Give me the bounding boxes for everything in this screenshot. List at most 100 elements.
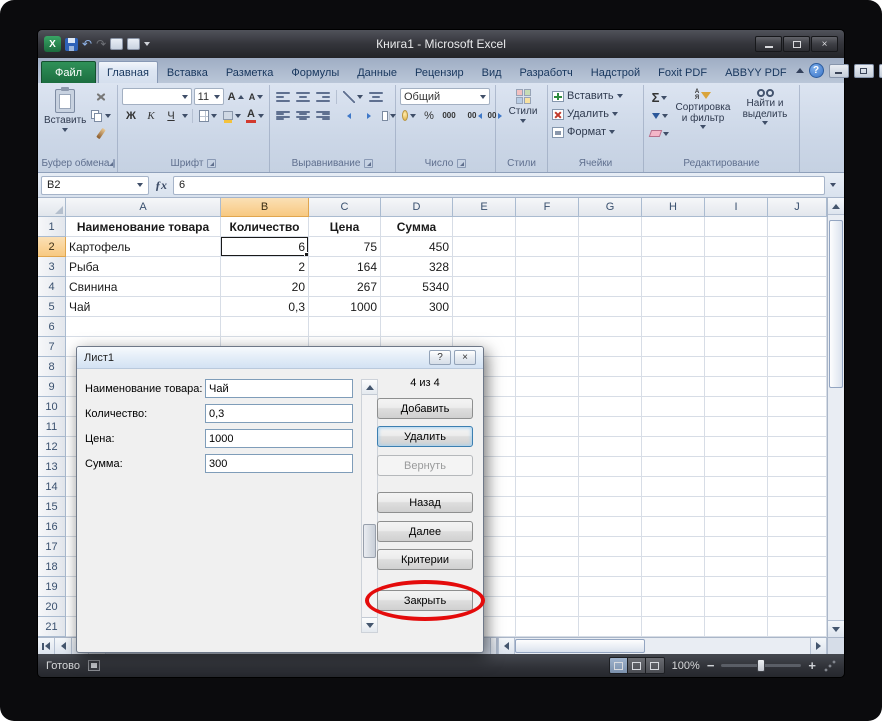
- cell-H18[interactable]: [642, 557, 705, 577]
- cell-I9[interactable]: [705, 377, 768, 397]
- align-top-button[interactable]: [274, 88, 292, 105]
- horizontal-scroll-thumb[interactable]: [515, 639, 645, 653]
- cell-F1[interactable]: [516, 217, 579, 237]
- clipboard-dialog-launcher[interactable]: [113, 159, 115, 168]
- formula-input[interactable]: 6: [173, 176, 825, 195]
- cell-D5[interactable]: 300: [381, 297, 453, 317]
- format-painter-button[interactable]: [89, 125, 113, 142]
- sheet-icon[interactable]: [110, 38, 123, 50]
- cell-H1[interactable]: [642, 217, 705, 237]
- cell-F3[interactable]: [516, 257, 579, 277]
- cell-I1[interactable]: [705, 217, 768, 237]
- row-header-2[interactable]: 2: [38, 237, 66, 257]
- cell-J11[interactable]: [768, 417, 827, 437]
- underline-dropdown-icon[interactable]: [182, 114, 188, 118]
- cell-F4[interactable]: [516, 277, 579, 297]
- scroll-right-button[interactable]: [810, 638, 827, 654]
- cell-G19[interactable]: [579, 577, 642, 597]
- row-header-9[interactable]: 9: [38, 377, 66, 397]
- row-header-18[interactable]: 18: [38, 557, 66, 577]
- cell-J14[interactable]: [768, 477, 827, 497]
- row-header-7[interactable]: 7: [38, 337, 66, 357]
- increase-decimal-button[interactable]: 00: [466, 107, 484, 124]
- cell-B2[interactable]: 6: [221, 237, 309, 257]
- cell-C6[interactable]: [309, 317, 381, 337]
- cell-I7[interactable]: [705, 337, 768, 357]
- find-select-button[interactable]: Найти и выделить: [735, 87, 795, 142]
- criteria-button[interactable]: Критерии: [377, 549, 473, 570]
- cell-I13[interactable]: [705, 457, 768, 477]
- save-icon[interactable]: [65, 38, 78, 51]
- clear-button[interactable]: [648, 125, 671, 142]
- ribbon-tab-formulas[interactable]: Формулы: [282, 61, 348, 83]
- row-header-17[interactable]: 17: [38, 537, 66, 557]
- align-bottom-button[interactable]: [314, 88, 332, 105]
- cell-G13[interactable]: [579, 457, 642, 477]
- scroll-left-button[interactable]: [498, 638, 515, 654]
- row-header-11[interactable]: 11: [38, 417, 66, 437]
- zoom-out-button[interactable]: −: [707, 659, 715, 672]
- row-header-16[interactable]: 16: [38, 517, 66, 537]
- undo-icon[interactable]: ↶: [82, 38, 92, 50]
- minimize-button[interactable]: [755, 36, 782, 52]
- column-header-H[interactable]: H: [642, 198, 705, 217]
- cell-F9[interactable]: [516, 377, 579, 397]
- row-header-6[interactable]: 6: [38, 317, 66, 337]
- cell-G11[interactable]: [579, 417, 642, 437]
- previous-sheet-button[interactable]: [55, 638, 72, 654]
- cell-F16[interactable]: [516, 517, 579, 537]
- cell-J4[interactable]: [768, 277, 827, 297]
- cell-A2[interactable]: Картофель: [66, 237, 221, 257]
- cell-J2[interactable]: [768, 237, 827, 257]
- row-header-1[interactable]: 1: [38, 217, 66, 237]
- close-button[interactable]: Закрыть: [377, 590, 473, 611]
- cell-J18[interactable]: [768, 557, 827, 577]
- italic-button[interactable]: К: [142, 107, 160, 124]
- cell-I3[interactable]: [705, 257, 768, 277]
- cell-H5[interactable]: [642, 297, 705, 317]
- cell-G1[interactable]: [579, 217, 642, 237]
- shrink-font-button[interactable]: А: [247, 88, 265, 105]
- cell-I14[interactable]: [705, 477, 768, 497]
- dialog-title-bar[interactable]: Лист1 ? ×: [77, 347, 483, 369]
- dialog-help-button[interactable]: ?: [429, 350, 451, 365]
- cell-C5[interactable]: 1000: [309, 297, 381, 317]
- number-format-select[interactable]: Общий: [400, 88, 490, 105]
- column-header-I[interactable]: I: [705, 198, 768, 217]
- bold-button[interactable]: Ж: [122, 107, 140, 124]
- cell-G17[interactable]: [579, 537, 642, 557]
- cell-F11[interactable]: [516, 417, 579, 437]
- macro-record-button[interactable]: [88, 660, 100, 671]
- cell-F13[interactable]: [516, 457, 579, 477]
- cell-F5[interactable]: [516, 297, 579, 317]
- cell-G4[interactable]: [579, 277, 642, 297]
- cell-J1[interactable]: [768, 217, 827, 237]
- cell-I11[interactable]: [705, 417, 768, 437]
- cut-button[interactable]: [89, 89, 113, 106]
- cell-J16[interactable]: [768, 517, 827, 537]
- cell-H21[interactable]: [642, 617, 705, 637]
- cell-H11[interactable]: [642, 417, 705, 437]
- font-size-select[interactable]: 11: [194, 88, 224, 105]
- normal-view-button[interactable]: [610, 658, 628, 673]
- vertical-scrollbar[interactable]: [827, 198, 844, 654]
- quantity-input[interactable]: [205, 404, 353, 423]
- cell-G5[interactable]: [579, 297, 642, 317]
- dialog-close-button[interactable]: ×: [454, 350, 476, 365]
- row-header-5[interactable]: 5: [38, 297, 66, 317]
- currency-format-button[interactable]: [400, 107, 418, 124]
- cell-I6[interactable]: [705, 317, 768, 337]
- fill-color-button[interactable]: [221, 107, 243, 124]
- cell-H15[interactable]: [642, 497, 705, 517]
- row-header-4[interactable]: 4: [38, 277, 66, 297]
- row-header-19[interactable]: 19: [38, 577, 66, 597]
- cell-G2[interactable]: [579, 237, 642, 257]
- cell-H12[interactable]: [642, 437, 705, 457]
- cell-I2[interactable]: [705, 237, 768, 257]
- cell-G7[interactable]: [579, 337, 642, 357]
- cell-H4[interactable]: [642, 277, 705, 297]
- styles-button[interactable]: Стили: [500, 87, 546, 123]
- row-header-3[interactable]: 3: [38, 257, 66, 277]
- scroll-up-button[interactable]: [828, 198, 844, 215]
- cell-G18[interactable]: [579, 557, 642, 577]
